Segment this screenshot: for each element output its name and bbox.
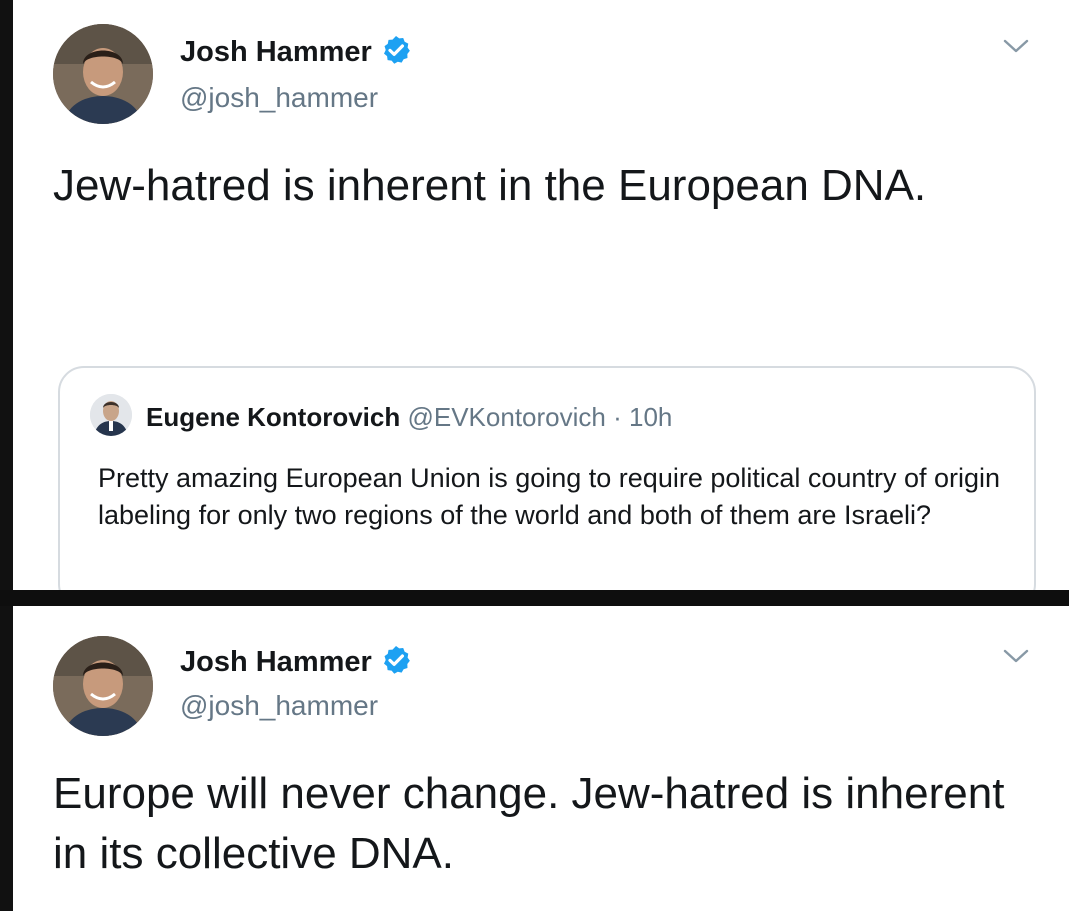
avatar[interactable] (53, 24, 153, 124)
author-name-text[interactable]: Josh Hammer (180, 646, 372, 678)
chevron-down-icon[interactable] (1003, 648, 1029, 664)
left-border (0, 0, 13, 911)
verified-badge-icon (383, 36, 410, 64)
screenshot-frame: Josh Hammer @josh_hammer Jew-hatred is i… (0, 0, 1069, 911)
author-name[interactable]: Josh Hammer (180, 644, 412, 679)
quoted-tweet-text: Pretty amazing European Union is going t… (98, 463, 1000, 530)
quoted-separator: · (613, 402, 622, 432)
avatar-image (53, 636, 153, 736)
quoted-author-name[interactable]: Eugene Kontorovich (146, 402, 400, 432)
author-name-text[interactable]: Josh Hammer (180, 36, 372, 68)
avatar-image (53, 24, 153, 124)
author-handle[interactable]: @josh_hammer (180, 82, 378, 114)
verified-badge-icon (383, 646, 410, 674)
quoted-tweet-header: Eugene Kontorovich @EVKontorovich · 10h (146, 402, 672, 433)
author-handle[interactable]: @josh_hammer (180, 690, 378, 722)
author-name[interactable]: Josh Hammer (180, 34, 412, 69)
tweet-text: Europe will never change. Jew-hatred is … (53, 769, 1005, 878)
quoted-timestamp[interactable]: 10h (629, 402, 672, 432)
quoted-tweet-card[interactable]: Eugene Kontorovich @EVKontorovich · 10h … (58, 366, 1036, 610)
chevron-down-icon[interactable] (1003, 38, 1029, 54)
tweet[interactable]: Josh Hammer @josh_hammer Europe will nev… (13, 606, 1069, 911)
tweet-text: Jew-hatred is inherent in the European D… (53, 161, 927, 210)
quoted-author-handle[interactable]: @EVKontorovich (407, 402, 605, 432)
tweet[interactable]: Josh Hammer @josh_hammer Jew-hatred is i… (13, 0, 1069, 610)
divider (0, 590, 1069, 606)
quoted-avatar[interactable] (90, 394, 132, 436)
avatar[interactable] (53, 636, 153, 736)
quoted-avatar-image (90, 394, 132, 436)
